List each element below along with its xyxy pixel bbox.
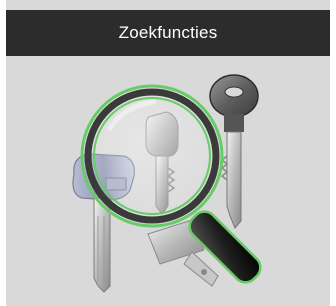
panel-title: Zoekfuncties xyxy=(118,23,218,42)
keys-magnifier-icon xyxy=(72,74,262,293)
search-functions-panel[interactable]: Zoekfuncties xyxy=(6,0,330,306)
panel-header: Zoekfuncties xyxy=(6,10,330,56)
keys-illustration xyxy=(6,56,330,306)
